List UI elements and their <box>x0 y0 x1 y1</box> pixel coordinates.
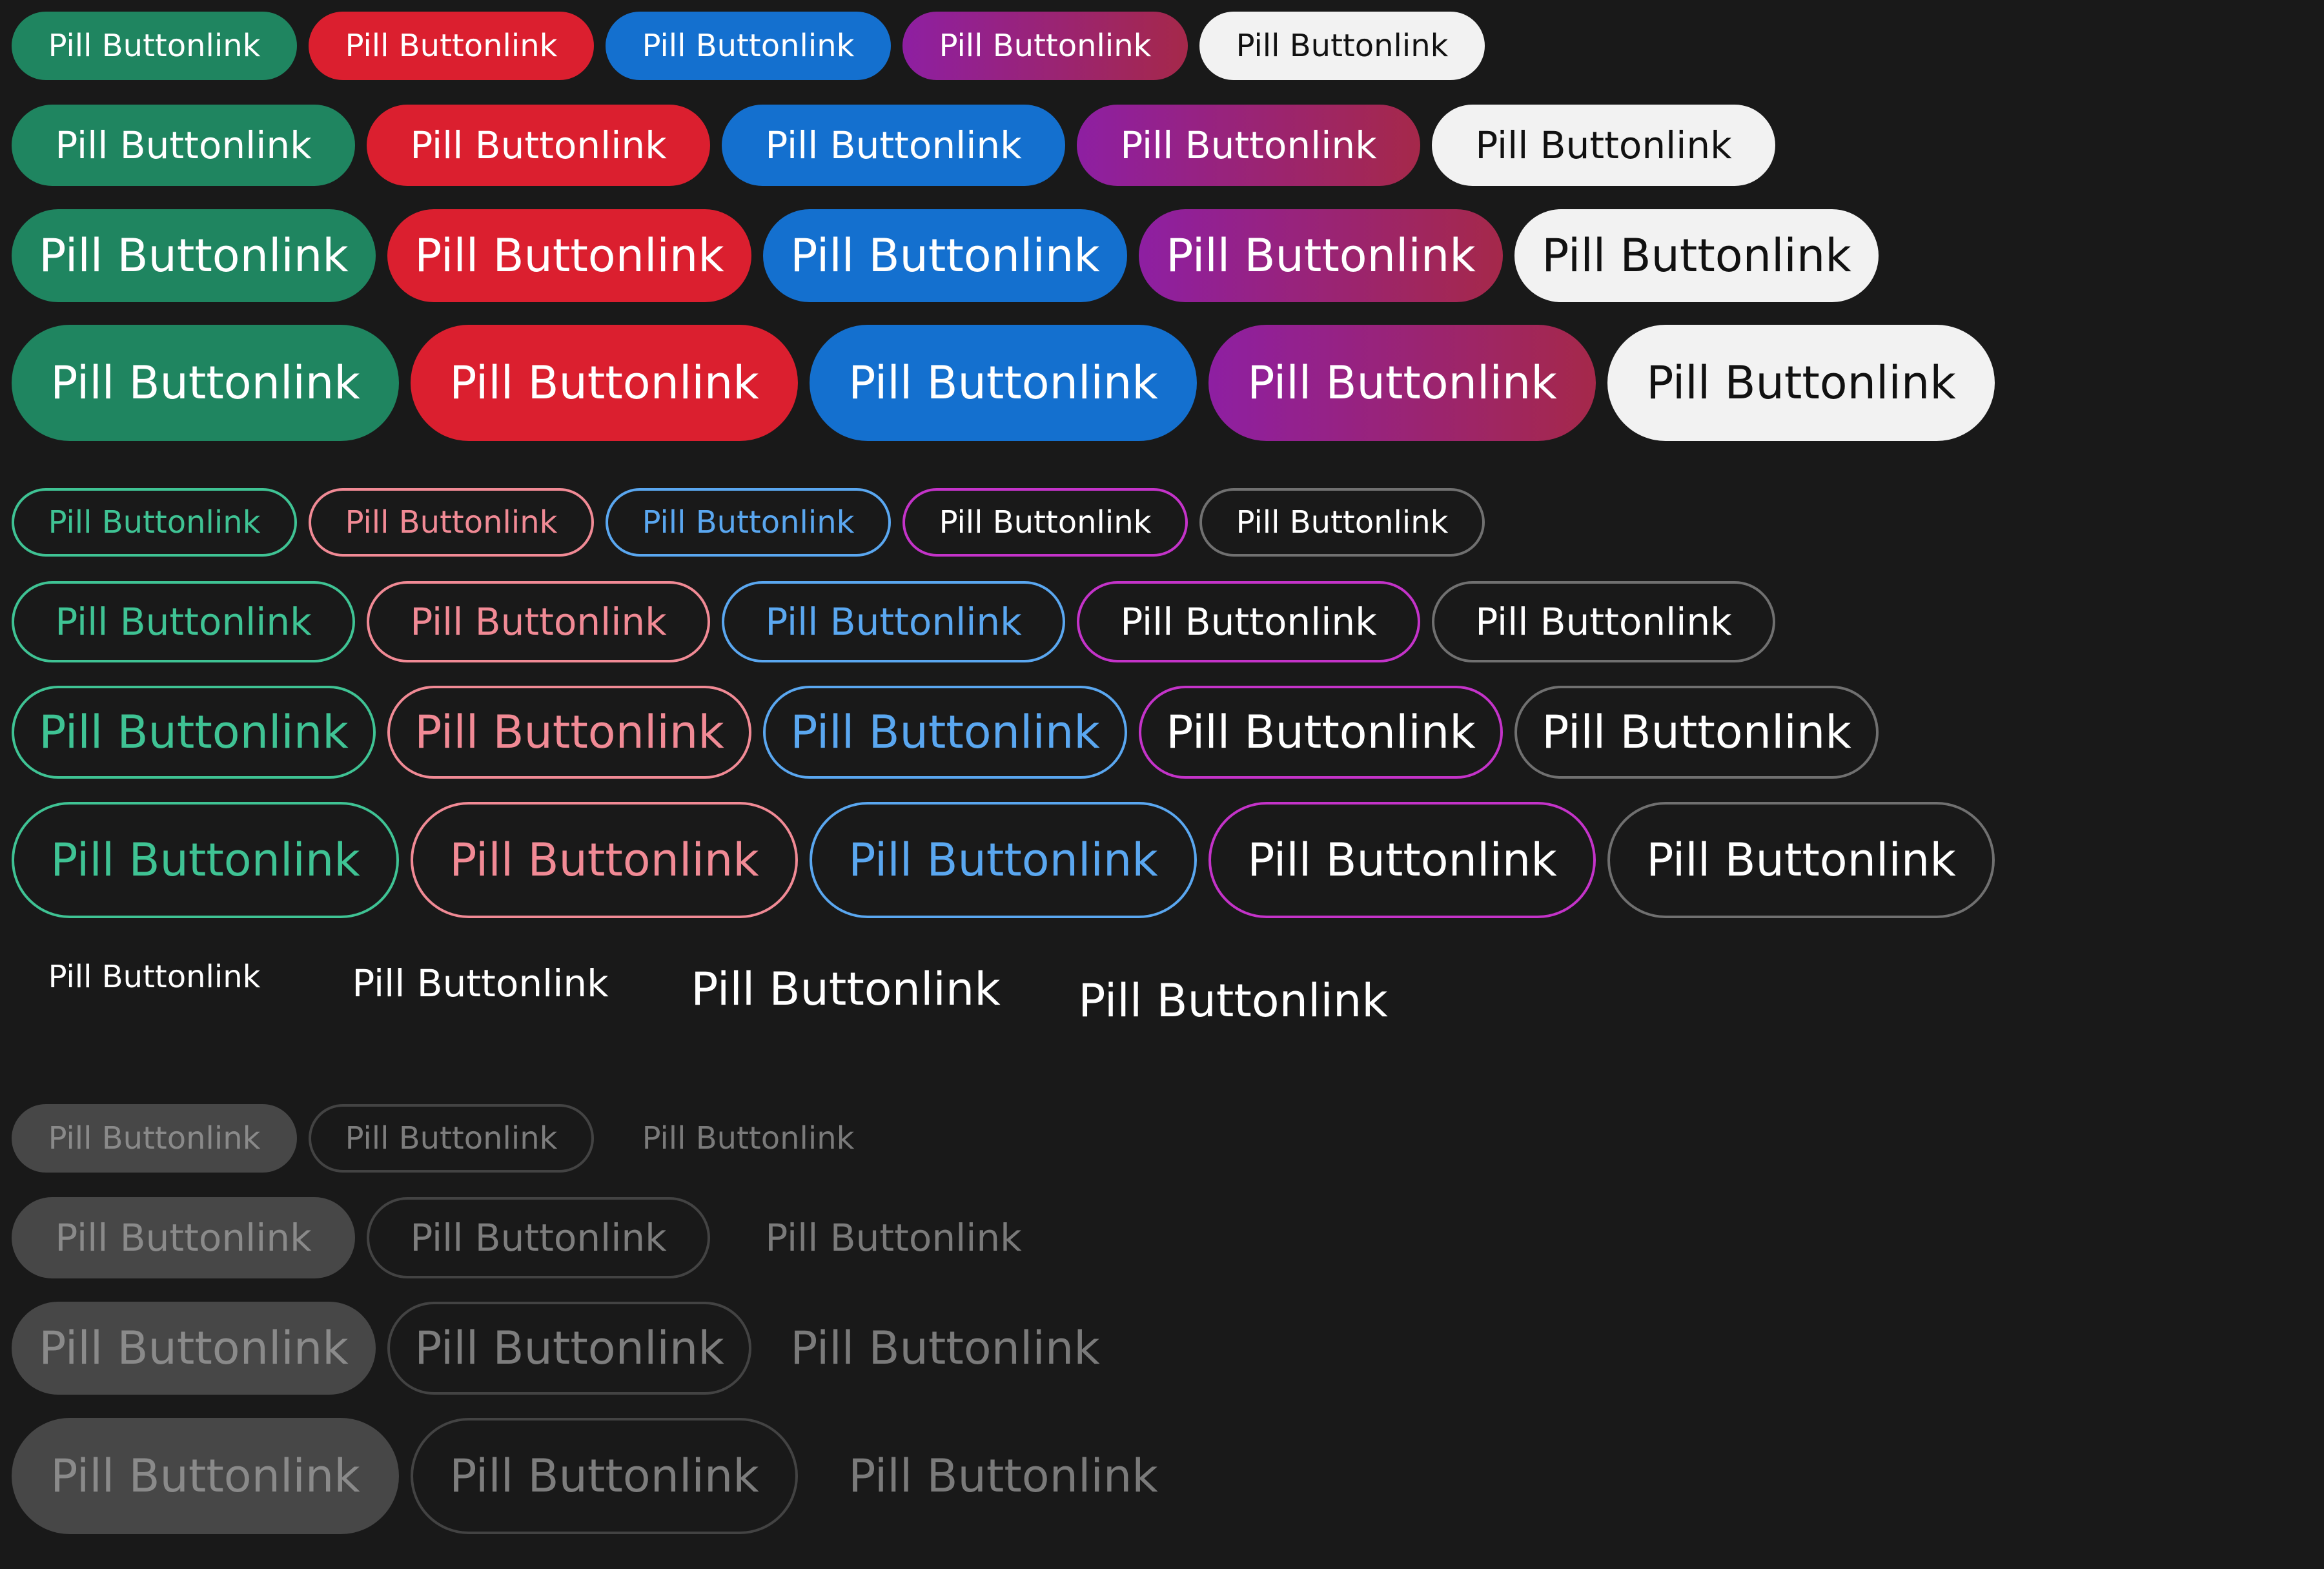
pill-button-filled-light-sm[interactable]: Pill Buttonlink <box>1199 12 1485 80</box>
pill-button-outline-red-sm[interactable]: Pill Buttonlink <box>309 488 594 557</box>
disabled-row-xlarge: Pill Buttonlink Pill Buttonlink Pill But… <box>12 1418 1208 1534</box>
pill-button-disabled-plain-lg: Pill Buttonlink <box>790 1322 1100 1375</box>
pill-button-outline-purple-lg[interactable]: Pill Buttonlink <box>1139 686 1503 779</box>
pill-button-outline-purple-md[interactable]: Pill Buttonlink <box>1077 581 1420 662</box>
pill-button-plain-md[interactable]: Pill Buttonlink <box>309 943 652 1024</box>
pill-button-outline-grey-lg[interactable]: Pill Buttonlink <box>1514 686 1879 779</box>
pill-button-disabled-plain-sm: Pill Buttonlink <box>642 1120 855 1156</box>
pill-button-disabled-outline-sm: Pill Buttonlink <box>309 1104 594 1173</box>
pill-button-filled-red-md[interactable]: Pill Buttonlink <box>367 105 710 186</box>
plain-row: Pill Buttonlink Pill Buttonlink Pill But… <box>12 943 1438 1059</box>
pill-button-filled-purple-md[interactable]: Pill Buttonlink <box>1077 105 1420 186</box>
pill-button-outline-blue-sm[interactable]: Pill Buttonlink <box>606 488 891 557</box>
pill-button-outline-blue-xl[interactable]: Pill Buttonlink <box>810 802 1197 918</box>
pill-button-outline-grey-xl[interactable]: Pill Buttonlink <box>1607 802 1995 918</box>
pill-button-outline-red-xl[interactable]: Pill Buttonlink <box>411 802 798 918</box>
pill-button-filled-blue-xl[interactable]: Pill Buttonlink <box>810 325 1197 441</box>
filled-row-large: Pill Buttonlink Pill Buttonlink Pill But… <box>12 209 1890 302</box>
pill-button-filled-purple-xl[interactable]: Pill Buttonlink <box>1208 325 1596 441</box>
pill-button-outline-purple-sm[interactable]: Pill Buttonlink <box>902 488 1188 557</box>
pill-button-disabled-outline-lg: Pill Buttonlink <box>387 1302 751 1395</box>
pill-button-disabled-filled-xl: Pill Buttonlink <box>12 1418 399 1534</box>
pill-button-disabled-plain-md: Pill Buttonlink <box>765 1216 1022 1260</box>
disabled-row-small: Pill Buttonlink Pill Buttonlink Pill But… <box>12 1104 902 1173</box>
pill-button-disabled-filled-md: Pill Buttonlink <box>12 1197 355 1278</box>
pill-button-filled-green-sm[interactable]: Pill Buttonlink <box>12 12 297 80</box>
filled-row-xlarge: Pill Buttonlink Pill Buttonlink Pill But… <box>12 325 2006 441</box>
pill-button-outline-blue-md[interactable]: Pill Buttonlink <box>722 581 1065 662</box>
pill-button-outline-grey-sm[interactable]: Pill Buttonlink <box>1199 488 1485 557</box>
pill-button-filled-red-sm[interactable]: Pill Buttonlink <box>309 12 594 80</box>
pill-button-filled-red-xl[interactable]: Pill Buttonlink <box>411 325 798 441</box>
filled-row-medium: Pill Buttonlink Pill Buttonlink Pill But… <box>12 105 1787 186</box>
pill-button-outline-red-lg[interactable]: Pill Buttonlink <box>387 686 751 779</box>
pill-button-disabled-filled-sm: Pill Buttonlink <box>12 1104 297 1173</box>
pill-button-outline-purple-xl[interactable]: Pill Buttonlink <box>1208 802 1596 918</box>
pill-button-plain-sm[interactable]: Pill Buttonlink <box>12 943 297 1011</box>
pill-button-filled-light-lg[interactable]: Pill Buttonlink <box>1514 209 1879 302</box>
pill-button-outline-red-md[interactable]: Pill Buttonlink <box>367 581 710 662</box>
pill-button-outline-grey-md[interactable]: Pill Buttonlink <box>1432 581 1775 662</box>
pill-button-disabled-outline-xl: Pill Buttonlink <box>411 1418 798 1534</box>
pill-button-filled-purple-sm[interactable]: Pill Buttonlink <box>902 12 1188 80</box>
pill-button-filled-light-xl[interactable]: Pill Buttonlink <box>1607 325 1995 441</box>
disabled-row-large: Pill Buttonlink Pill Buttonlink Pill But… <box>12 1302 1139 1395</box>
pill-button-outline-green-sm[interactable]: Pill Buttonlink <box>12 488 297 557</box>
pill-button-filled-green-md[interactable]: Pill Buttonlink <box>12 105 355 186</box>
pill-button-filled-blue-sm[interactable]: Pill Buttonlink <box>606 12 891 80</box>
disabled-row-medium: Pill Buttonlink Pill Buttonlink Pill But… <box>12 1197 1077 1278</box>
outline-row-large: Pill Buttonlink Pill Buttonlink Pill But… <box>12 686 1890 779</box>
pill-button-outline-green-md[interactable]: Pill Buttonlink <box>12 581 355 662</box>
outline-row-xlarge: Pill Buttonlink Pill Buttonlink Pill But… <box>12 802 2006 918</box>
pill-button-disabled-outline-md: Pill Buttonlink <box>367 1197 710 1278</box>
pill-button-filled-green-lg[interactable]: Pill Buttonlink <box>12 209 376 302</box>
pill-button-outline-green-xl[interactable]: Pill Buttonlink <box>12 802 399 918</box>
pill-button-filled-purple-lg[interactable]: Pill Buttonlink <box>1139 209 1503 302</box>
pill-button-filled-blue-md[interactable]: Pill Buttonlink <box>722 105 1065 186</box>
pill-button-disabled-filled-lg: Pill Buttonlink <box>12 1302 376 1395</box>
pill-button-outline-blue-lg[interactable]: Pill Buttonlink <box>763 686 1127 779</box>
pill-button-outline-green-lg[interactable]: Pill Buttonlink <box>12 686 376 779</box>
pill-button-filled-light-md[interactable]: Pill Buttonlink <box>1432 105 1775 186</box>
outline-row-medium: Pill Buttonlink Pill Buttonlink Pill But… <box>12 581 1787 662</box>
pill-button-filled-blue-lg[interactable]: Pill Buttonlink <box>763 209 1127 302</box>
pill-button-plain-lg[interactable]: Pill Buttonlink <box>664 943 1028 1036</box>
pill-button-plain-xl[interactable]: Pill Buttonlink <box>1039 943 1427 1059</box>
pill-button-disabled-plain-xl: Pill Buttonlink <box>848 1450 1158 1502</box>
pill-button-filled-green-xl[interactable]: Pill Buttonlink <box>12 325 399 441</box>
filled-row-small: Pill Buttonlink Pill Buttonlink Pill But… <box>12 12 1496 80</box>
pill-button-filled-red-lg[interactable]: Pill Buttonlink <box>387 209 751 302</box>
outline-row-small: Pill Buttonlink Pill Buttonlink Pill But… <box>12 488 1496 557</box>
